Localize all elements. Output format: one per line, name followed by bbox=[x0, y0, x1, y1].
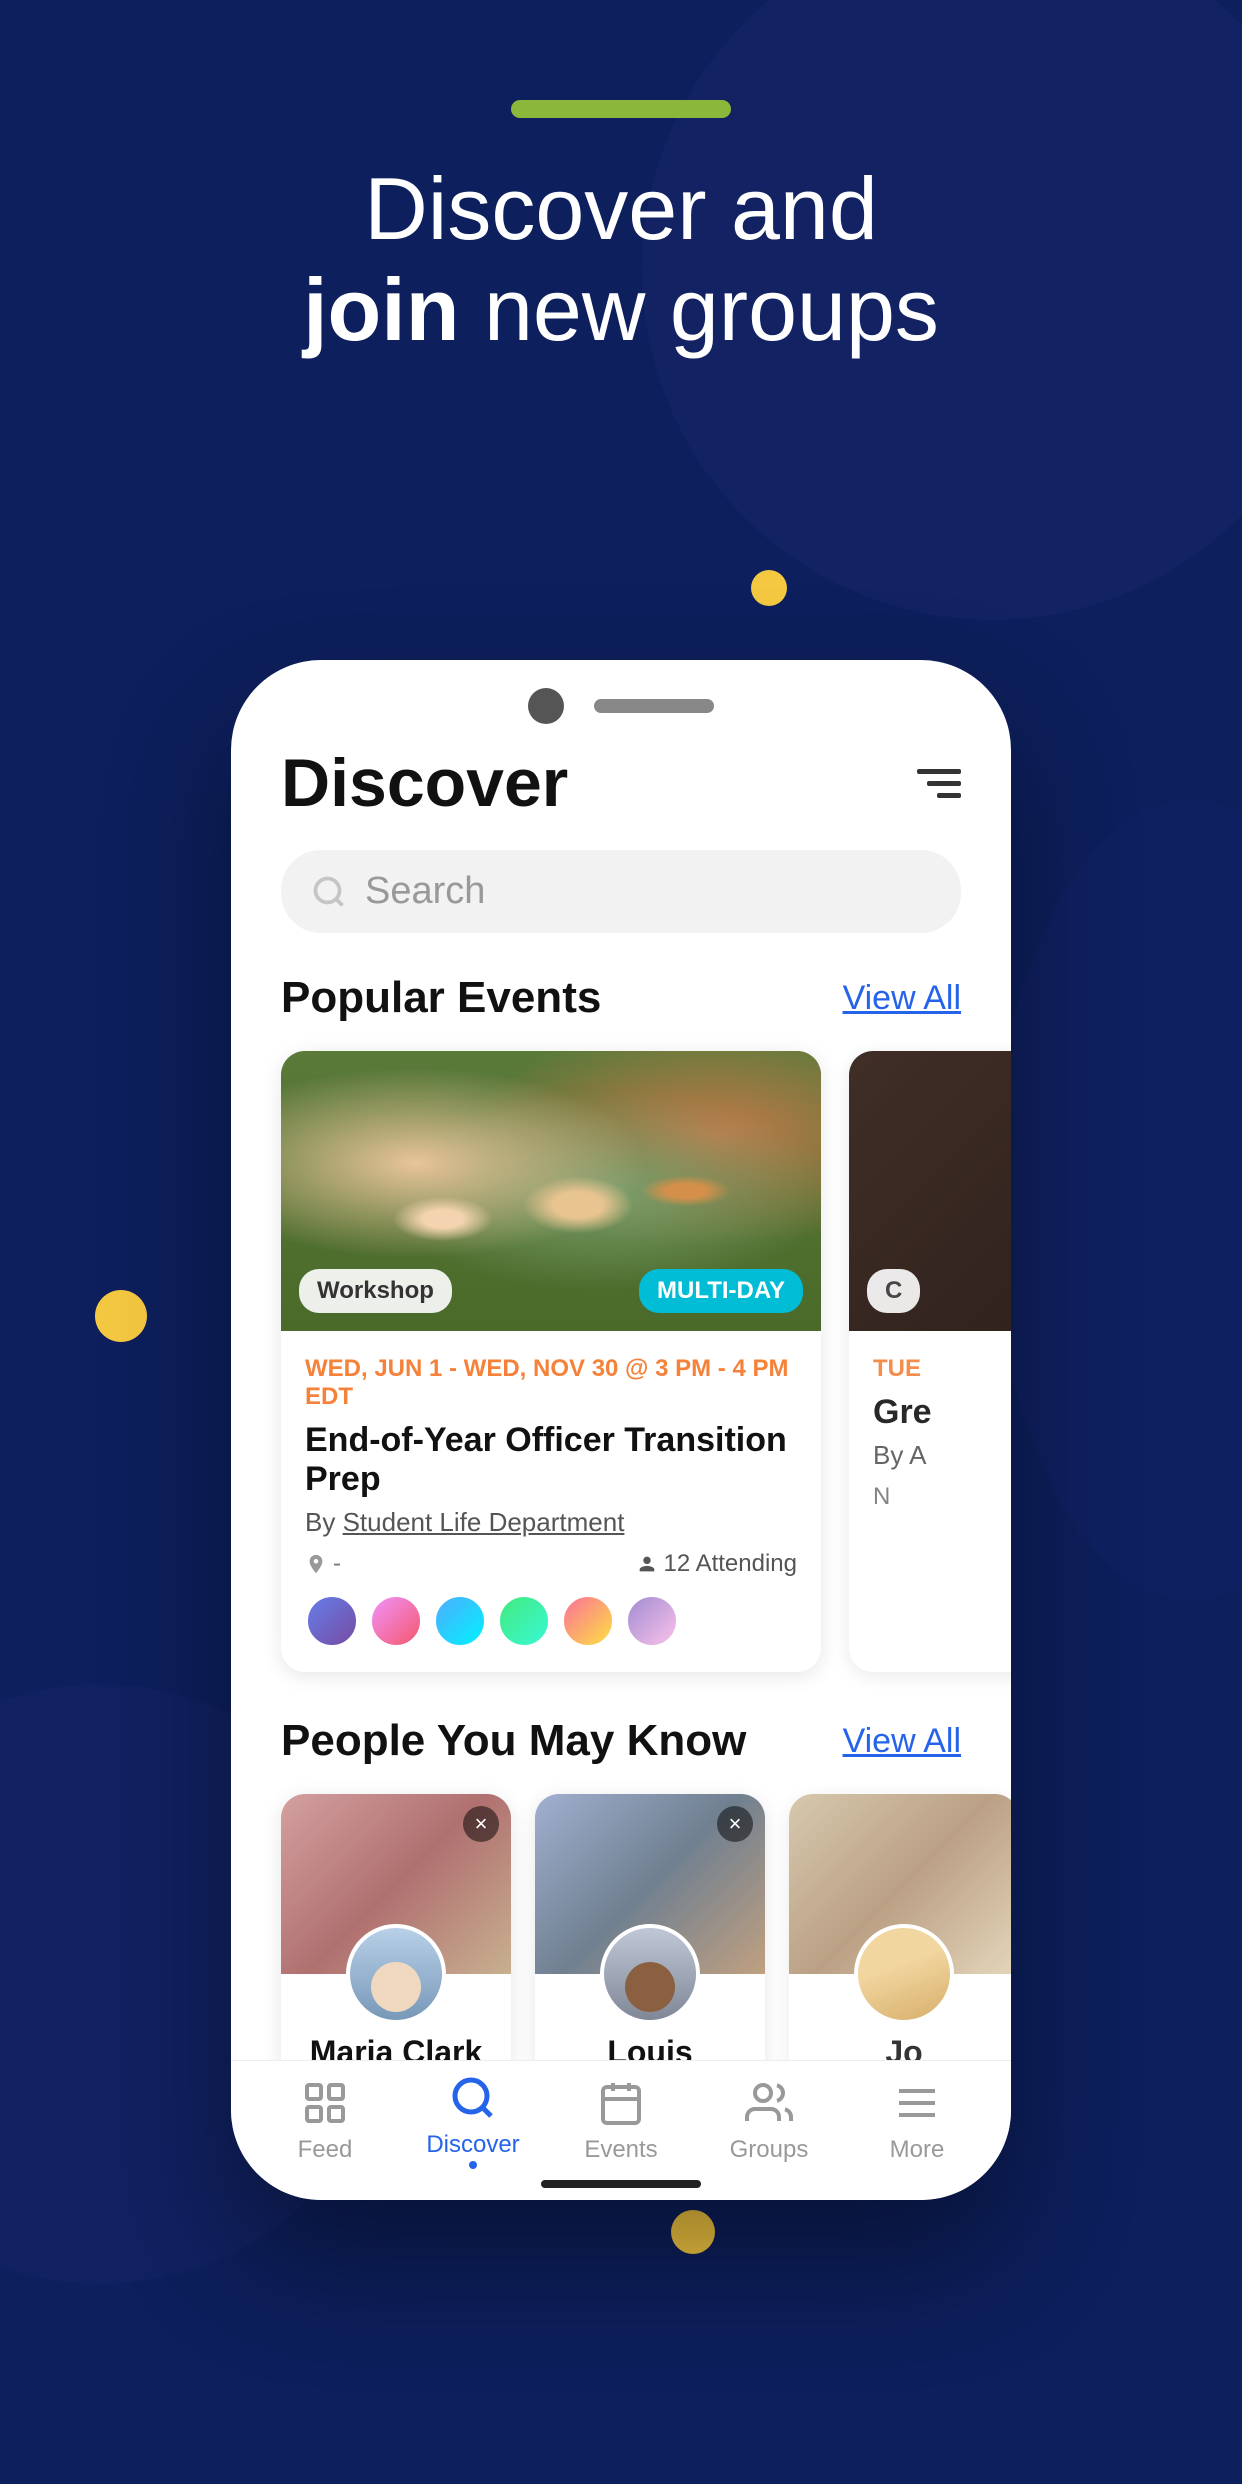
popular-events-title: Popular Events bbox=[281, 973, 601, 1023]
event-info-1: WED, JUN 1 - WED, NOV 30 @ 3 PM - 4 PM E… bbox=[281, 1331, 821, 1672]
discover-label: Discover bbox=[426, 2131, 519, 2159]
events-label: Events bbox=[584, 2136, 657, 2164]
discover-active-dot bbox=[469, 2161, 477, 2169]
event-name-2: Gre bbox=[873, 1393, 1011, 1432]
home-indicator bbox=[541, 2180, 701, 2188]
phone-top-bar bbox=[231, 660, 1011, 724]
hero-title: Discover and join new groups bbox=[0, 158, 1242, 360]
event-date-1: WED, JUN 1 - WED, NOV 30 @ 3 PM - 4 PM E… bbox=[305, 1355, 797, 1411]
maria-avatar bbox=[346, 1924, 446, 2024]
maria-avatar-body bbox=[350, 1928, 442, 2020]
maria-avatar-wrap bbox=[346, 1924, 446, 2024]
close-louis-button[interactable]: × bbox=[717, 1806, 753, 1842]
multiday-badge: MULTI-DAY bbox=[639, 1269, 803, 1313]
event-org-2: By A bbox=[873, 1440, 1011, 1471]
nav-discover[interactable]: Discover bbox=[423, 2073, 523, 2169]
popular-events-view-all[interactable]: View All bbox=[843, 979, 961, 1018]
louis-avatar-wrap bbox=[600, 1924, 700, 2024]
feed-label: Feed bbox=[298, 2136, 353, 2164]
feed-icon bbox=[300, 2078, 350, 2128]
people-section-title: People You May Know bbox=[281, 1716, 746, 1766]
close-maria-button[interactable]: × bbox=[463, 1806, 499, 1842]
dot-yellow-top bbox=[751, 570, 787, 606]
event-location-2: N bbox=[873, 1483, 1011, 1511]
bottom-nav: Feed Discover Events bbox=[231, 2060, 1011, 2200]
groups-icon bbox=[744, 2078, 794, 2128]
person-card-bg-maria: × bbox=[281, 1794, 511, 1974]
attendee-avatar-1 bbox=[305, 1594, 359, 1648]
filter-line-2 bbox=[927, 781, 961, 786]
attendee-avatar-4 bbox=[497, 1594, 551, 1648]
person-card-bg-louis: × bbox=[535, 1794, 765, 1974]
attendee-avatar-6 bbox=[625, 1594, 679, 1648]
phone-camera bbox=[528, 688, 564, 724]
attendee-avatar-row bbox=[305, 1594, 797, 1648]
nav-groups[interactable]: Groups bbox=[719, 2078, 819, 2164]
search-bar[interactable]: Search bbox=[281, 850, 961, 933]
events-icon bbox=[596, 2078, 646, 2128]
event-card-2[interactable]: C TUE Gre By A N bbox=[849, 1051, 1011, 1672]
louis-avatar-head bbox=[625, 1962, 675, 2012]
more-icon bbox=[892, 2078, 942, 2128]
louis-avatar bbox=[600, 1924, 700, 2024]
attendee-avatar-3 bbox=[433, 1594, 487, 1648]
nav-more[interactable]: More bbox=[867, 2078, 967, 2164]
screen-header: Discover bbox=[281, 744, 961, 822]
third-avatar bbox=[854, 1924, 954, 2024]
person-card-bg-third bbox=[789, 1794, 1011, 1974]
location-icon bbox=[305, 1553, 327, 1575]
workshop-badge: Workshop bbox=[299, 1269, 452, 1313]
people-view-all[interactable]: View All bbox=[843, 1722, 961, 1761]
popular-events-header: Popular Events View All bbox=[281, 973, 961, 1023]
event-org-link-1[interactable]: Student Life Department bbox=[343, 1507, 625, 1537]
third-avatar-wrap bbox=[854, 1924, 954, 2024]
more-label: More bbox=[890, 2136, 945, 2164]
discover-icon bbox=[448, 2073, 498, 2123]
attending-icon bbox=[636, 1553, 658, 1575]
event-image-2: C bbox=[849, 1051, 1011, 1331]
search-placeholder: Search bbox=[365, 870, 485, 913]
filter-line-3 bbox=[937, 793, 961, 798]
events-scroll: Workshop MULTI-DAY WED, JUN 1 - WED, NOV… bbox=[281, 1051, 961, 1672]
event-location-1: - bbox=[305, 1550, 341, 1578]
phone-speaker bbox=[594, 699, 714, 713]
maria-avatar-head bbox=[371, 1962, 421, 2012]
event-date-2: TUE bbox=[873, 1355, 1011, 1383]
people-section-header: People You May Know View All bbox=[281, 1716, 961, 1766]
filter-line-1 bbox=[917, 769, 961, 774]
event-name-1: End-of-Year Officer Transition Prep bbox=[305, 1421, 797, 1499]
hero-accent-line bbox=[511, 100, 731, 118]
event-attending-1: 12 Attending bbox=[636, 1550, 797, 1578]
search-icon bbox=[311, 874, 347, 910]
attendee-avatar-2 bbox=[369, 1594, 423, 1648]
event-info-2: TUE Gre By A N bbox=[849, 1331, 1011, 1535]
dot-yellow-left bbox=[95, 1290, 147, 1342]
event-org-1: By Student Life Department bbox=[305, 1507, 797, 1538]
louis-avatar-body bbox=[604, 1928, 696, 2020]
nav-events[interactable]: Events bbox=[571, 2078, 671, 2164]
event-meta-1: - 12 Attending bbox=[305, 1550, 797, 1578]
event-card-1[interactable]: Workshop MULTI-DAY WED, JUN 1 - WED, NOV… bbox=[281, 1051, 821, 1672]
groups-label: Groups bbox=[730, 2136, 809, 2164]
nav-feed[interactable]: Feed bbox=[275, 2078, 375, 2164]
bg-shape-right bbox=[992, 800, 1242, 1600]
event-image-1: Workshop MULTI-DAY bbox=[281, 1051, 821, 1331]
hero-section: Discover and join new groups bbox=[0, 100, 1242, 360]
page-title: Discover bbox=[281, 744, 568, 822]
dot-yellow-bottom bbox=[671, 2210, 715, 2254]
attendee-avatar-5 bbox=[561, 1594, 615, 1648]
filter-button[interactable] bbox=[917, 769, 961, 798]
concert-badge: C bbox=[867, 1269, 920, 1313]
phone-content: Discover Search Popular Events View All bbox=[231, 724, 1011, 2134]
phone-mockup: Discover Search Popular Events View All bbox=[231, 660, 1011, 2200]
